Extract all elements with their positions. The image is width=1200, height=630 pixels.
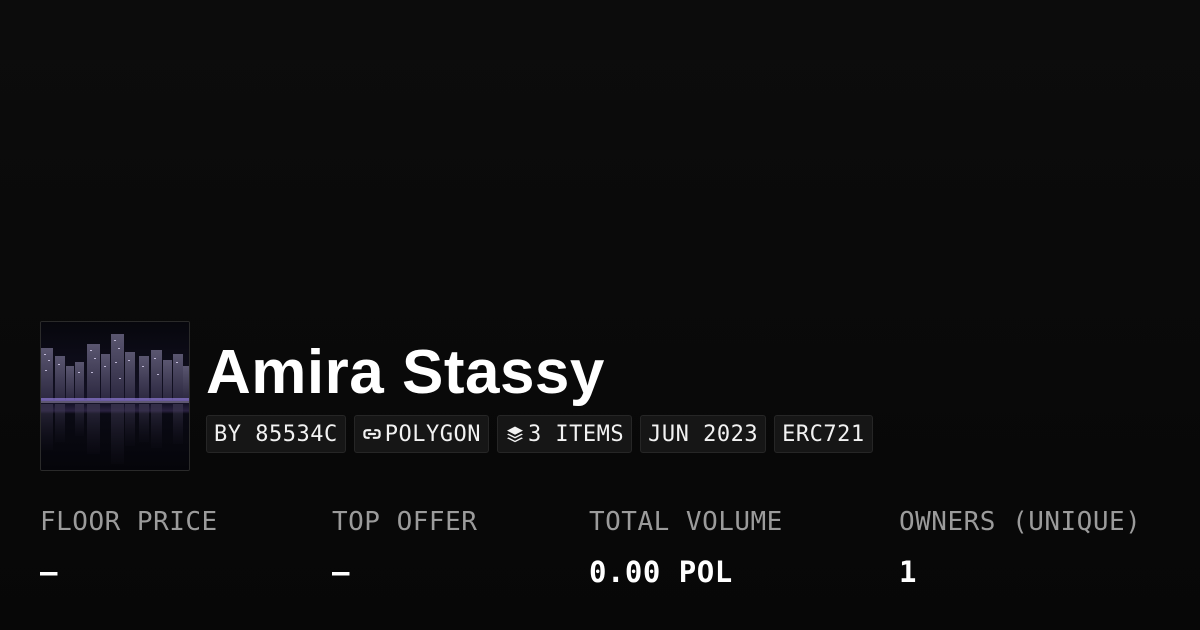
stat-label: OWNERS (UNIQUE) <box>899 507 1142 537</box>
stat-value: 0.00 POL <box>589 555 733 589</box>
stat-value: – <box>332 555 350 589</box>
token-standard-badge: ERC721 <box>774 415 873 453</box>
chain-badge-label: POLYGON <box>384 421 481 447</box>
stat-total-volume: TOTAL VOLUME 0.00 POL <box>589 505 783 589</box>
stat-label: TOTAL VOLUME <box>589 507 783 537</box>
stat-owners-unique: OWNERS (UNIQUE) 1 <box>899 505 1141 589</box>
stat-label: TOP OFFER <box>332 507 478 537</box>
stat-label: FLOOR PRICE <box>40 507 218 537</box>
token-standard-label: ERC721 <box>782 421 865 447</box>
collection-title: Amira Stassy <box>206 338 605 407</box>
creator-badge-label: BY 85534C <box>214 421 338 447</box>
collection-badges: BY 85534C POLYGON 3 ITEMS JUN 2023 ERC72… <box>206 415 873 453</box>
date-badge: JUN 2023 <box>640 415 767 453</box>
stat-value: 1 <box>899 555 917 589</box>
chain-badge[interactable]: POLYGON <box>353 415 489 453</box>
collection-share-card: Amira Stassy BY 85534C POLYGON 3 ITEMS J… <box>0 0 1200 630</box>
collection-thumbnail[interactable] <box>40 321 190 471</box>
date-badge-label: JUN 2023 <box>648 421 759 447</box>
polygon-link-icon <box>362 424 382 444</box>
layers-icon <box>505 424 525 444</box>
stat-floor-price: FLOOR PRICE – <box>40 505 218 589</box>
items-badge-label: 3 ITEMS <box>527 421 625 447</box>
stat-value: – <box>40 555 58 589</box>
creator-badge[interactable]: BY 85534C <box>206 415 346 453</box>
city-skyline-image <box>41 322 189 470</box>
items-badge[interactable]: 3 ITEMS <box>496 415 633 453</box>
stat-top-offer: TOP OFFER – <box>332 505 477 589</box>
